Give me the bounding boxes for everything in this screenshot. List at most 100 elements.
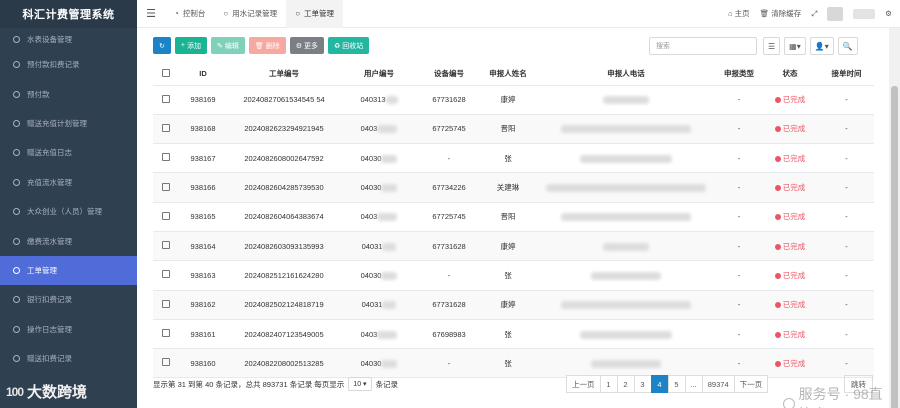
row-checkbox[interactable] [162,94,170,103]
row-select-cell[interactable] [153,260,179,291]
clear-cache-link[interactable]: 🗑 清除缓存 [760,8,802,19]
watermark-text: 大数跨境 [27,384,88,401]
status-badge: 已完成 [774,330,805,339]
delete-button[interactable]: 🗑 删除 [248,37,286,54]
sidebar-item[interactable]: 充值流水管理 [0,168,137,197]
sidebar-item[interactable]: 赠送充值计划管理 [0,109,137,138]
row-select-cell[interactable] [153,114,179,145]
edit-button[interactable]: ✎ 编辑 [210,37,245,54]
row-select-cell[interactable] [153,319,179,350]
sidebar-item[interactable]: 预付款 [0,79,137,108]
page-button[interactable]: 3 [633,375,652,393]
circle-icon: ○ [295,9,301,18]
refresh-button[interactable]: ↻ [153,37,171,54]
row-checkbox[interactable] [162,329,170,338]
search-input[interactable]: 搜索 [649,37,757,55]
row-checkbox[interactable] [162,241,170,250]
scrollbar-thumb[interactable] [891,86,898,408]
page-button[interactable]: 89374 [701,375,735,393]
columns-button[interactable]: ▦▾ [784,37,806,55]
col-id[interactable]: ID [179,63,227,86]
row-checkbox[interactable] [162,182,170,191]
sidebar-item[interactable]: 工单管理 [0,255,137,286]
row-select-cell[interactable] [153,172,179,203]
sidebar-item-label: 赠送扣费记录 [27,354,72,364]
fullscreen-icon[interactable]: ⤢ [811,9,817,19]
row-checkbox[interactable] [162,270,170,279]
home-link[interactable]: ⌂ 主页 [728,8,750,19]
tab-water-records[interactable]: ○ 用水记录管理 [214,0,286,28]
sidebar-item[interactable]: 水表设备管理 [0,28,137,50]
row-select-cell[interactable] [153,348,179,379]
table-row[interactable]: 938166 2024082604285739530 04030 67734226 关建… [153,172,874,203]
scrollbar[interactable] [889,28,900,408]
cell-user-no: 04030 [341,260,417,291]
page-button[interactable]: 下一页 [733,375,769,393]
row-select-cell[interactable] [153,290,179,320]
circle-icon [13,208,20,216]
settings-icon[interactable]: ⚙ [885,9,892,18]
cell-user-no: 040313 [341,85,417,115]
sidebar-item[interactable]: 缴费流水管理 [0,226,137,255]
table-row[interactable]: 938160 2024082208002513285 04030- 张 - 已完成 - [153,348,874,379]
page-size-select[interactable]: 10 ▾ [348,377,372,391]
table-row[interactable]: 938167 2024082608002647592 04030- 张 - 已完成 - [153,143,874,174]
col-status[interactable]: 状态 [761,63,819,86]
cell-device-no: - [417,143,481,174]
col-order-no[interactable]: 工单编号 [227,63,341,86]
page-button[interactable]: 4 [650,375,669,393]
sidebar-item[interactable]: 大众创业（人员）管理 [0,197,137,226]
row-select-cell[interactable] [153,85,179,115]
toggle-view-button[interactable]: ☰ [763,37,781,55]
page-button[interactable]: 5 [667,375,686,393]
table-row[interactable]: 938169 20240827061534545 54 040313 67731628… [153,85,874,115]
table-row[interactable]: 938164 2024082603093135993 04031 67731628 康婷… [153,231,874,262]
page-button[interactable]: ... [684,375,703,393]
recycle-bin-button[interactable]: ♻ 回收站 [328,37,370,54]
col-phone[interactable]: 申报人电话 [535,63,717,86]
table-row[interactable]: 938163 2024082512161624280 04030- 张 - 已完成 - [153,260,874,291]
hamburger-menu-icon[interactable]: ☰ [137,7,165,20]
avatar[interactable] [827,6,844,21]
more-button[interactable]: ⚙ 更多 [289,37,325,54]
circle-icon [13,90,20,98]
export-button[interactable]: 👤▾ [809,37,834,55]
table-row[interactable]: 938168 2024082623294921945 0403 67725745 晋阳 -… [153,114,874,145]
status-badge: 已完成 [774,359,805,368]
tab-dashboard[interactable]: ◔ 控制台 [165,0,214,28]
col-user-no[interactable]: 用户编号 [341,63,417,86]
select-all-cell[interactable] [153,63,179,86]
table-row[interactable]: 938162 2024082502124818719 04031 67731628 康婷… [153,290,874,320]
sidebar-item[interactable]: 银行扣费记录 [0,285,137,314]
row-checkbox[interactable] [162,358,170,367]
tab-work-orders[interactable]: ○ 工单管理 [286,0,344,28]
sidebar-item[interactable]: 操作日志管理 [0,315,137,344]
select-all-checkbox[interactable] [162,68,170,77]
row-select-cell[interactable] [153,143,179,174]
circle-icon [13,61,20,69]
row-checkbox[interactable] [162,123,170,132]
sidebar-item[interactable]: 赠送扣费记录 [0,344,137,373]
col-name[interactable]: 申报人姓名 [481,63,535,86]
table-row[interactable]: 938165 2024082604064383674 0403 67725745 晋阳 -… [153,202,874,232]
row-select-cell[interactable] [153,202,179,232]
sidebar-item[interactable]: 赠送充值日志 [0,138,137,167]
row-checkbox[interactable] [162,153,170,162]
row-checkbox[interactable] [162,211,170,220]
row-select-cell[interactable] [153,231,179,262]
col-device-no[interactable]: 设备编号 [417,63,481,86]
cell-status: 已完成 [761,202,819,232]
grid-icon: ▦▾ [789,41,801,51]
status-dot-icon [774,360,781,367]
table-row[interactable]: 938161 2024082407123549005 0403 67698983 张 - 已… [153,319,874,350]
status-text: 已完成 [782,300,806,310]
row-checkbox[interactable] [162,299,170,308]
col-type[interactable]: 申报类型 [717,63,761,86]
col-time[interactable]: 接单时间 [819,63,874,86]
sidebar-item[interactable]: 预付款扣费记录 [0,50,137,79]
page-button[interactable]: 1 [599,375,618,393]
page-button[interactable]: 上一页 [566,375,601,393]
advanced-search-button[interactable]: 🔍 [837,37,858,55]
add-button[interactable]: + 添加 [174,37,207,54]
page-button[interactable]: 2 [616,375,635,393]
